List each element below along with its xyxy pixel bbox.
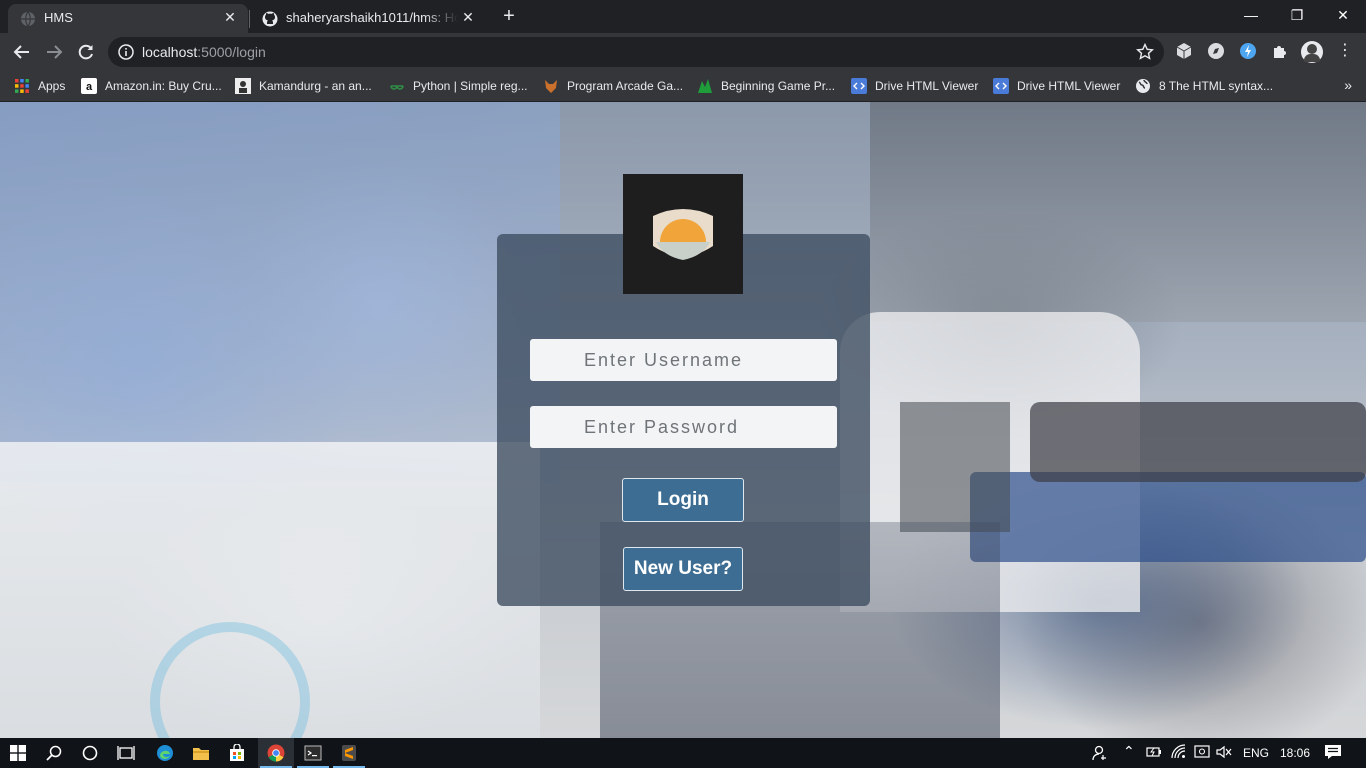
background-equipment bbox=[870, 102, 1366, 322]
close-tab-icon[interactable]: ✕ bbox=[222, 9, 238, 25]
drive-html-icon bbox=[993, 78, 1009, 94]
bookmark-kamandurg[interactable]: Kamandurg - an an... bbox=[235, 76, 372, 96]
minimize-icon[interactable]: — bbox=[1228, 0, 1274, 30]
tab-title: HMS bbox=[44, 10, 73, 25]
amazon-icon: a bbox=[81, 78, 97, 94]
arcade-fox-icon bbox=[545, 80, 557, 93]
extensions-puzzle-icon[interactable] bbox=[1271, 42, 1289, 60]
file-explorer-icon[interactable] bbox=[183, 738, 219, 768]
svg-text:a: a bbox=[86, 81, 93, 93]
bookmark-star-icon[interactable] bbox=[1136, 43, 1154, 61]
search-icon[interactable] bbox=[36, 738, 72, 768]
bookmark-label: Apps bbox=[38, 79, 66, 93]
bookmark-html-syntax[interactable]: 8 The HTML syntax... bbox=[1135, 76, 1273, 96]
wifi-icon[interactable] bbox=[1171, 744, 1187, 763]
globe-icon bbox=[21, 11, 35, 27]
notification-device-icon[interactable] bbox=[1194, 744, 1210, 763]
windows-taskbar: ⌃ ENG 18:06 bbox=[0, 738, 1366, 768]
password-input[interactable] bbox=[530, 406, 837, 448]
game-icon bbox=[698, 79, 712, 93]
background-curtain bbox=[0, 102, 560, 482]
sublime-text-icon[interactable] bbox=[331, 738, 367, 768]
reload-icon[interactable] bbox=[72, 38, 100, 66]
bookmark-label: 8 The HTML syntax... bbox=[1159, 79, 1274, 93]
github-icon bbox=[262, 11, 278, 27]
background-table bbox=[970, 472, 1366, 562]
extension-bolt-icon[interactable] bbox=[1239, 42, 1257, 60]
geeksforgeeks-icon bbox=[390, 85, 404, 90]
clock[interactable]: 18:06 bbox=[1280, 746, 1310, 760]
terminal-icon[interactable] bbox=[295, 738, 331, 768]
bookmark-amazon[interactable]: a Amazon.in: Buy Cru... bbox=[81, 76, 222, 96]
new-tab-icon[interactable]: + bbox=[497, 5, 521, 29]
url-host: localhost bbox=[142, 44, 198, 60]
chrome-taskbar-icon[interactable] bbox=[258, 738, 294, 768]
sunrise-logo-icon bbox=[653, 209, 713, 260]
battery-charging-icon[interactable] bbox=[1146, 744, 1162, 763]
profile-avatar[interactable] bbox=[1301, 41, 1323, 63]
extension-cube-icon[interactable] bbox=[1175, 42, 1193, 60]
browser-toolbar: localhost:5000/login ⋮ bbox=[0, 33, 1366, 70]
bookmark-label: Kamandurg - an an... bbox=[259, 79, 372, 93]
bookmarks-bar: Apps a Amazon.in: Buy Cru... Kamandurg -… bbox=[0, 70, 1366, 102]
kamandurg-icon bbox=[235, 78, 251, 94]
tab-strip: HMS ✕ shaheryarshaikh1011/hms: Hospital … bbox=[0, 0, 1366, 33]
site-info-icon[interactable] bbox=[118, 44, 134, 60]
cortana-icon[interactable] bbox=[72, 738, 108, 768]
volume-muted-icon[interactable] bbox=[1216, 744, 1232, 763]
login-button[interactable]: Login bbox=[622, 478, 744, 522]
bookmark-label: Drive HTML Viewer bbox=[1017, 79, 1121, 93]
apps-grid-icon bbox=[15, 79, 29, 93]
username-input[interactable] bbox=[530, 339, 837, 381]
restore-icon[interactable]: ❐ bbox=[1274, 0, 1320, 30]
address-bar[interactable]: localhost:5000/login bbox=[108, 37, 1164, 67]
tab-title: shaheryarshaikh1011/hms: Hospital Manage… bbox=[286, 10, 458, 25]
bookmark-label: Beginning Game Pr... bbox=[721, 79, 836, 93]
bookmark-label: Program Arcade Ga... bbox=[567, 79, 684, 93]
bookmark-python[interactable]: Python | Simple reg... bbox=[389, 76, 528, 96]
url-text: localhost:5000/login bbox=[142, 44, 266, 60]
bookmark-label: Python | Simple reg... bbox=[413, 79, 528, 93]
back-icon[interactable] bbox=[8, 38, 36, 66]
edge-icon[interactable] bbox=[147, 738, 183, 768]
close-tab-icon[interactable]: ✕ bbox=[460, 9, 476, 25]
language-indicator[interactable]: ENG bbox=[1243, 746, 1269, 760]
tray-overflow-chevron-icon[interactable]: ⌃ bbox=[1123, 743, 1135, 760]
window-close-icon[interactable]: ✕ bbox=[1320, 0, 1366, 30]
bookmark-arcade[interactable]: Program Arcade Ga... bbox=[543, 76, 683, 96]
more-bookmarks-icon[interactable]: » bbox=[1344, 77, 1352, 93]
background-chair bbox=[900, 402, 1010, 532]
forward-icon[interactable] bbox=[40, 38, 68, 66]
bookmark-drive-html-2[interactable]: Drive HTML Viewer bbox=[993, 76, 1120, 96]
task-view-icon[interactable] bbox=[108, 738, 144, 768]
background-cushion bbox=[1030, 402, 1366, 482]
globe-icon bbox=[1136, 79, 1150, 93]
tab-github[interactable]: shaheryarshaikh1011/hms: Hospital Manage… bbox=[250, 4, 486, 33]
extension-compass-icon[interactable] bbox=[1207, 42, 1225, 60]
start-windows-icon[interactable] bbox=[0, 738, 36, 768]
drive-html-icon bbox=[851, 78, 867, 94]
store-icon[interactable] bbox=[219, 738, 255, 768]
bookmark-drive-html-1[interactable]: Drive HTML Viewer bbox=[851, 76, 978, 96]
bookmark-game[interactable]: Beginning Game Pr... bbox=[697, 76, 835, 96]
new-user-button[interactable]: New User? bbox=[623, 547, 743, 591]
bookmark-label: Amazon.in: Buy Cru... bbox=[105, 79, 222, 93]
action-center-icon[interactable] bbox=[1324, 744, 1342, 763]
bookmark-label: Drive HTML Viewer bbox=[875, 79, 979, 93]
tab-hms[interactable]: HMS ✕ bbox=[8, 4, 248, 33]
app-logo bbox=[623, 174, 743, 294]
menu-kebab-icon[interactable]: ⋮ bbox=[1336, 42, 1354, 60]
people-icon[interactable] bbox=[1091, 744, 1109, 765]
url-path: :5000/login bbox=[197, 44, 266, 60]
bookmark-apps[interactable]: Apps bbox=[14, 76, 65, 96]
